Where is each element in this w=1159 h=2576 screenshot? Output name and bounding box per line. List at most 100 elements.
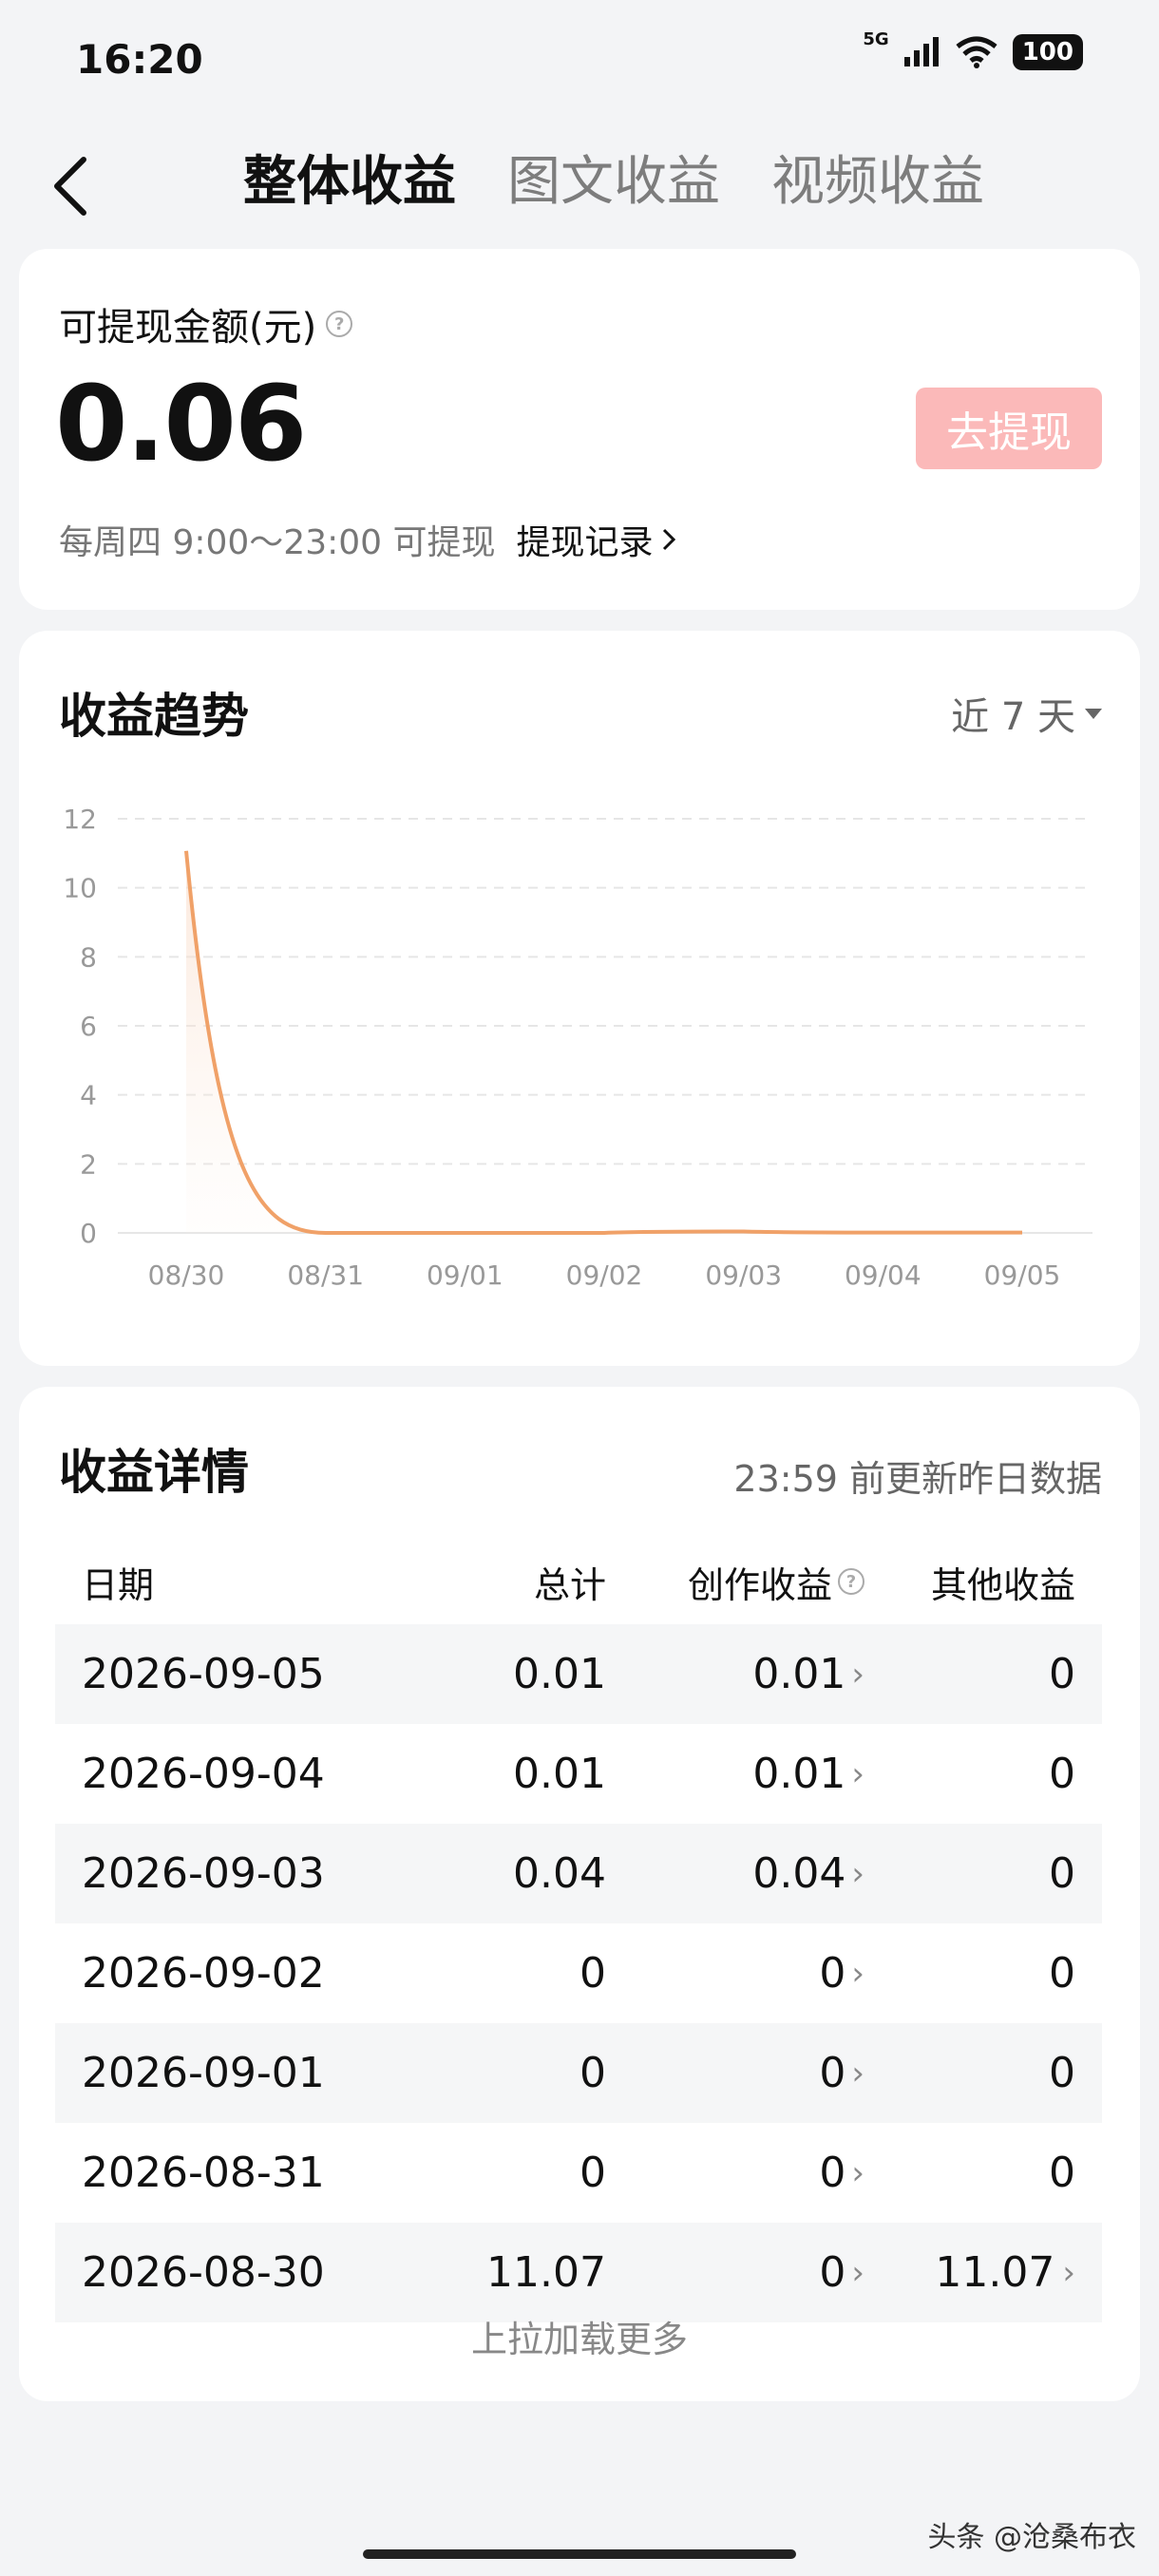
network-type: 5G <box>863 28 889 49</box>
y-tick-label: 10 <box>63 873 97 904</box>
cell-other-value: 0 <box>1049 1949 1075 1998</box>
chevron-right-icon: › <box>851 1754 864 1793</box>
cell-creation[interactable]: 0 › <box>606 2049 864 2097</box>
update-note: 23:59 前更新昨日数据 <box>733 1458 1102 1500</box>
tab-video-earnings[interactable]: 视频收益 <box>771 139 984 216</box>
status-time: 16:20 <box>76 36 203 83</box>
cell-total: 0 <box>580 2049 606 2097</box>
tab-overall-earnings[interactable]: 整体收益 <box>243 139 456 216</box>
cell-creation[interactable]: 0 › <box>606 1949 864 1998</box>
table-row[interactable]: 2026-09-03 0.04 0.04 › 0 <box>55 1824 1102 1923</box>
cell-date: 2026-09-05 <box>82 1650 325 1698</box>
cell-total: 0.01 <box>513 1750 606 1798</box>
cell-creation[interactable]: 0.01 › <box>606 1750 864 1798</box>
table-row[interactable]: 2026-08-30 11.07 0 › 11.07 › <box>55 2223 1102 2322</box>
withdraw-card: 可提现金额(元) ? 0.06 去提现 每周四 9:00～23:00 可提现 提… <box>19 249 1140 610</box>
table-header: 日期 总计 创作收益 ? 其他收益 <box>55 1539 1102 1624</box>
chevron-right-icon: › <box>851 1655 864 1694</box>
wifi-icon <box>956 36 998 68</box>
chart-series-line <box>184 850 1023 1235</box>
signal-icon <box>903 37 939 66</box>
load-more-hint[interactable]: 上拉加载更多 <box>19 2310 1140 2362</box>
cell-other: 0 <box>864 1750 1102 1798</box>
header: 整体收益 图文收益 视频收益 <box>0 123 1159 237</box>
table-row[interactable]: 2026-09-05 0.01 0.01 › 0 <box>55 1624 1102 1724</box>
earnings-table: 日期 总计 创作收益 ? 其他收益 2026-09-05 0.01 0.01 › 0 20… <box>55 1539 1102 2322</box>
y-tick-label: 2 <box>80 1148 97 1180</box>
help-icon[interactable]: ? <box>838 1568 864 1595</box>
cell-total: 0 <box>580 1949 606 1998</box>
chevron-right-icon: › <box>851 2153 864 2192</box>
help-icon[interactable]: ? <box>326 311 353 337</box>
y-tick-label: 12 <box>63 804 97 835</box>
withdraw-record-link[interactable]: 提现记录 <box>516 515 675 564</box>
chart-area-fill <box>186 850 1022 1233</box>
battery-indicator: 100 <box>1012 34 1083 70</box>
cell-other-value: 11.07 <box>935 2248 1055 2297</box>
cell-total: 0.04 <box>513 1849 606 1898</box>
col-header-total: 总计 <box>533 1563 606 1606</box>
table-row[interactable]: 2026-08-31 0 0 › 0 <box>55 2123 1102 2223</box>
details-card: 收益详情 23:59 前更新昨日数据 日期 总计 创作收益 ? 其他收益 202… <box>19 1387 1140 2401</box>
cell-date: 2026-08-30 <box>82 2248 325 2297</box>
tab-article-earnings[interactable]: 图文收益 <box>507 139 720 216</box>
x-tick-label: 08/30 <box>148 1260 225 1291</box>
cell-creation-value: 0 <box>819 1949 846 1998</box>
cell-total: 0.01 <box>513 1650 606 1698</box>
chevron-right-icon: › <box>1062 2253 1075 2292</box>
back-button[interactable] <box>46 152 103 218</box>
cell-creation-value: 0 <box>819 2248 846 2297</box>
status-icons: 5G 100 <box>863 29 1083 70</box>
cell-other[interactable]: 11.07 › <box>864 2248 1102 2297</box>
chevron-right-icon: › <box>851 1954 864 1993</box>
back-arrow-icon <box>54 157 86 216</box>
cell-other: 0 <box>864 1650 1102 1698</box>
cell-other: 0 <box>864 2049 1102 2097</box>
withdraw-label: 可提现金额(元) <box>59 306 317 350</box>
home-indicator[interactable] <box>363 2549 796 2559</box>
cell-creation-value: 0.01 <box>752 1750 846 1798</box>
x-tick-label: 09/04 <box>845 1260 922 1291</box>
x-tick-label: 09/02 <box>566 1260 643 1291</box>
chevron-right-icon: › <box>851 2054 864 2093</box>
cell-creation[interactable]: 0.01 › <box>606 1650 864 1698</box>
y-tick-label: 8 <box>80 941 97 973</box>
table-row[interactable]: 2026-09-01 0 0 › 0 <box>55 2023 1102 2123</box>
cell-creation-value: 0.01 <box>752 1650 846 1698</box>
cell-date: 2026-09-03 <box>82 1849 325 1898</box>
table-body: 2026-09-05 0.01 0.01 › 0 2026-09-04 0.01 0.01 › 0… <box>55 1624 1102 2322</box>
cell-creation-value: 0.04 <box>752 1849 846 1898</box>
cell-total: 0 <box>580 2149 606 2197</box>
watermark: 头条 @沧桑布衣 <box>927 2521 1136 2554</box>
trend-card: 收益趋势 近 7 天 0 2 4 6 8 10 12 08/30 08/31 09/01 09/0… <box>19 631 1140 1366</box>
tab-bar: 整体收益 图文收益 视频收益 <box>243 139 984 216</box>
y-tick-label: 6 <box>80 1011 97 1042</box>
cell-total: 11.07 <box>486 2248 606 2297</box>
chevron-right-icon <box>662 528 675 551</box>
cell-other: 0 <box>864 1849 1102 1898</box>
cell-other: 0 <box>864 2149 1102 2197</box>
status-bar: 16:20 5G 100 <box>0 0 1159 114</box>
cell-creation[interactable]: 0 › <box>606 2248 864 2297</box>
cell-date: 2026-08-31 <box>82 2149 325 2197</box>
table-row[interactable]: 2026-09-04 0.01 0.01 › 0 <box>55 1724 1102 1824</box>
x-tick-label: 09/03 <box>705 1260 782 1291</box>
col-header-date: 日期 <box>82 1563 155 1606</box>
chevron-right-icon: › <box>851 1854 864 1893</box>
cell-creation-value: 0 <box>819 2049 846 2097</box>
col-header-other: 其他收益 <box>930 1563 1075 1606</box>
withdraw-amount: 0.06 <box>55 363 307 484</box>
withdraw-label-row: 可提现金额(元) ? <box>59 296 353 351</box>
cell-other-value: 0 <box>1049 1650 1075 1698</box>
withdraw-button[interactable]: 去提现 <box>916 388 1102 469</box>
table-row[interactable]: 2026-09-02 0 0 › 0 <box>55 1923 1102 2023</box>
withdraw-schedule: 每周四 9:00～23:00 可提现 <box>59 523 496 562</box>
cell-other-value: 0 <box>1049 1750 1075 1798</box>
cell-creation[interactable]: 0.04 › <box>606 1849 864 1898</box>
cell-other: 0 <box>864 1949 1102 1998</box>
cell-date: 2026-09-04 <box>82 1750 325 1798</box>
chevron-right-icon: › <box>851 2253 864 2292</box>
cell-other-value: 0 <box>1049 2149 1075 2197</box>
trend-line-chart: 0 2 4 6 8 10 12 08/30 08/31 09/01 09/02 09/03 09/04… <box>63 804 1092 1291</box>
cell-creation[interactable]: 0 › <box>606 2149 864 2197</box>
